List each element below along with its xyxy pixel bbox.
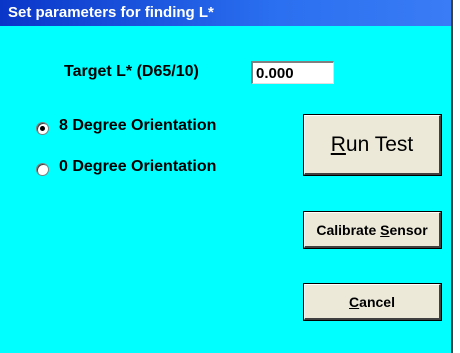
radio-button-0-degree[interactable] [36,163,49,176]
calibrate-sensor-label: Calibrate Sensor [316,221,428,238]
target-l-label: Target L* (D65/10) [64,63,199,80]
radio-label-0-degree[interactable]: 0 Degree Orientation [59,158,216,176]
target-l-input[interactable] [251,61,334,84]
cancel-label: Cancel [349,293,395,310]
radio-selected-dot [40,126,45,131]
title-bar[interactable]: Set parameters for finding L* [0,0,451,26]
cancel-button[interactable]: Cancel [303,283,442,321]
dialog-window: Set parameters for finding L* Target L* … [0,0,453,353]
radio-button-8-degree[interactable] [36,122,49,135]
run-test-label: Run Test [330,132,414,156]
radio-label-8-degree[interactable]: 8 Degree Orientation [59,117,216,135]
calibrate-sensor-button[interactable]: Calibrate Sensor [303,211,442,249]
window-title: Set parameters for finding L* [8,4,214,21]
run-test-button[interactable]: Run Test [303,114,442,176]
